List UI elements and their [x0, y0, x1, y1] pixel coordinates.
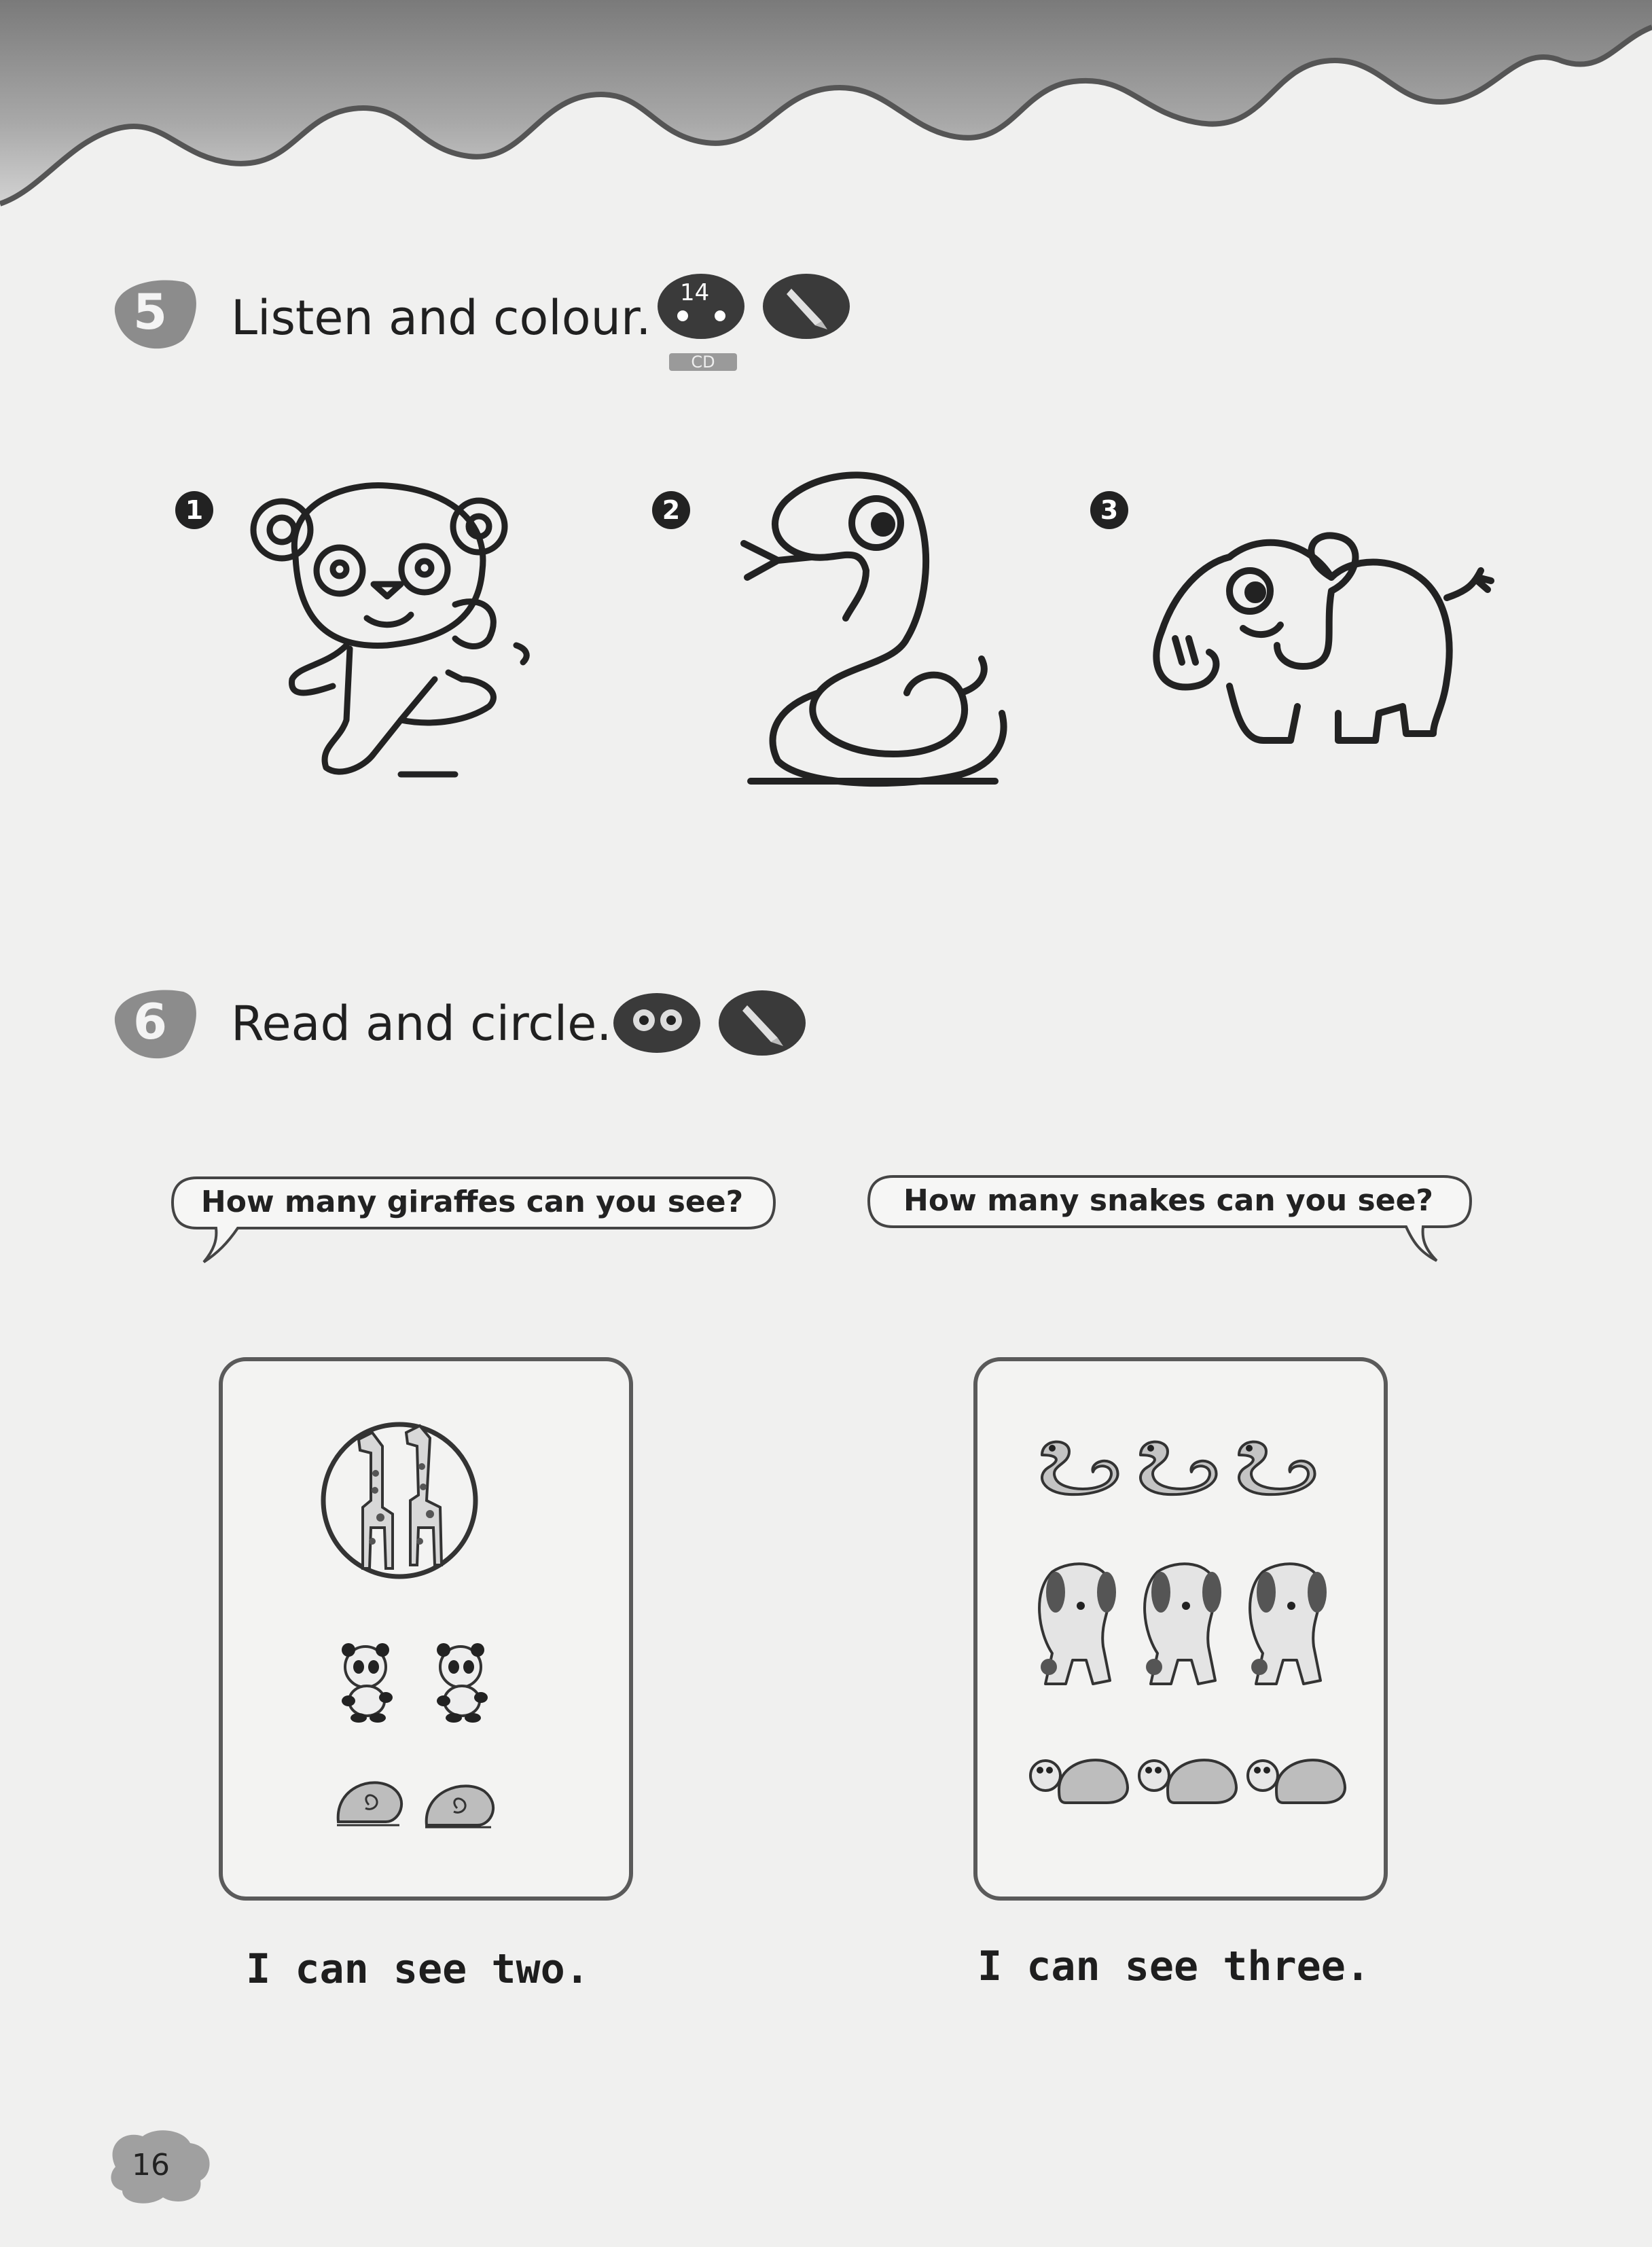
exercise-5-header: 5 Listen and colour. 14 CD: [102, 268, 883, 377]
pencil-icon: [717, 985, 808, 1058]
elephant-icon[interactable]: [1134, 516, 1501, 788]
speech-bubble-2: How many snakes can you see?: [866, 1174, 1477, 1269]
snails-icon[interactable]: [331, 1767, 508, 1835]
cd-icon: 14: [656, 268, 747, 342]
exercise-6-header: 6 Read and circle.: [102, 985, 849, 1080]
cd-track-number: 14: [680, 279, 710, 306]
page-number-badge: 16: [102, 2126, 217, 2208]
header-wave-banner: [0, 0, 1652, 206]
panda-icon[interactable]: [231, 475, 571, 788]
page-number: 16: [132, 2148, 170, 2182]
exercise-title: Listen and colour.: [231, 290, 651, 346]
snake-icon[interactable]: [737, 469, 1022, 795]
question-text: How many snakes can you see?: [903, 1183, 1433, 1218]
speech-bubble-1: How many giraffes can you see?: [170, 1175, 781, 1270]
snakes-icon[interactable]: [1028, 1428, 1327, 1503]
question-text: How many giraffes can you see?: [200, 1185, 744, 1219]
dogs-icon[interactable]: [1025, 1558, 1351, 1694]
cd-label: CD: [669, 353, 737, 371]
picture-box-2: [973, 1357, 1388, 1901]
giraffes-icon[interactable]: [318, 1405, 481, 1596]
pandas-icon[interactable]: [325, 1636, 515, 1725]
pencil-icon: [761, 268, 852, 342]
picture-box-1: [219, 1357, 633, 1901]
eyes-icon: [611, 985, 703, 1058]
answer-text-1: I can see two.: [246, 1945, 590, 1993]
exercise-number: 6: [133, 993, 168, 1050]
item-number-2: 2: [652, 491, 690, 529]
item-number-1: 1: [175, 491, 213, 529]
exercise-title: Read and circle.: [231, 996, 612, 1051]
answer-text-2: I can see three.: [977, 1943, 1370, 1990]
exercise-number: 5: [133, 283, 168, 340]
exercise-number-badge: 5: [102, 275, 204, 357]
turtles-icon[interactable]: [1025, 1742, 1351, 1816]
exercise-number-badge: 6: [102, 985, 204, 1066]
item-number-3: 3: [1090, 491, 1128, 529]
